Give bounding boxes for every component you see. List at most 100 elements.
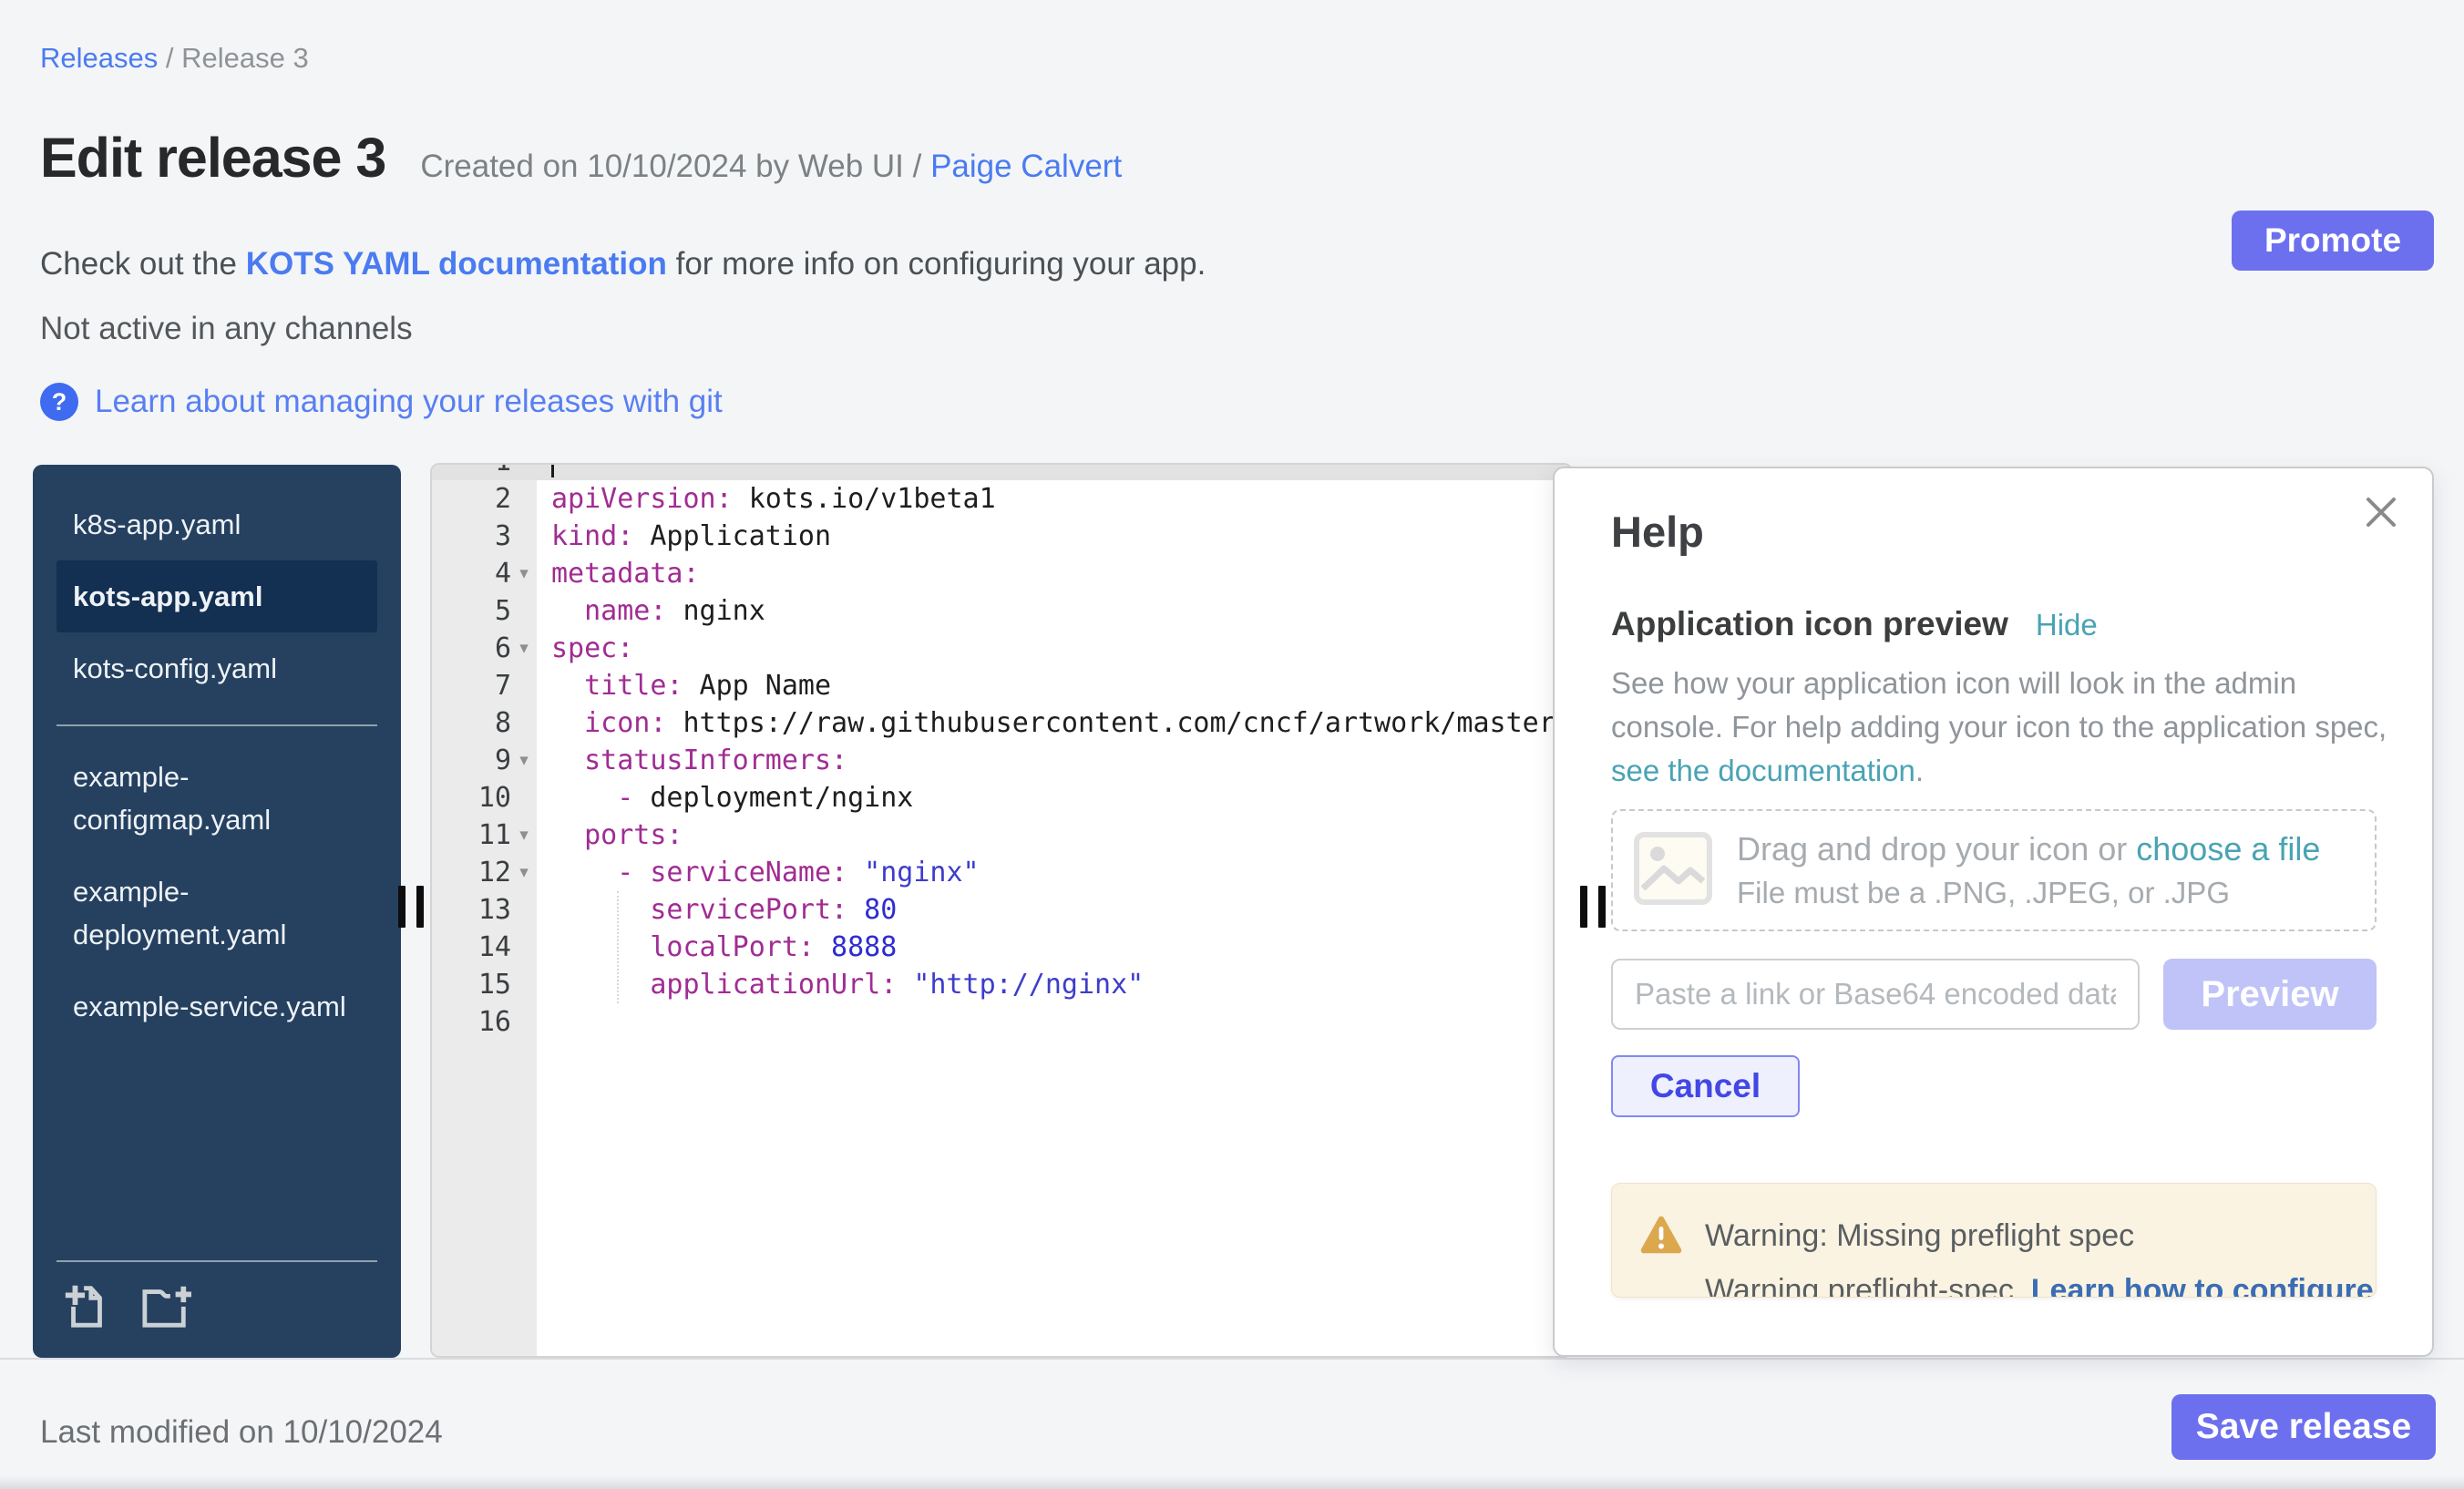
- code-line-14[interactable]: 14 localPort: 8888: [432, 929, 1571, 966]
- close-icon[interactable]: [2361, 492, 2401, 532]
- token-plain: Application: [633, 520, 831, 552]
- line-number-value: 8: [432, 704, 511, 742]
- code-line-15[interactable]: 15 applicationUrl: "http://nginx": [432, 966, 1571, 1003]
- add-folder-icon[interactable]: [137, 1280, 195, 1334]
- add-file-icon[interactable]: [62, 1280, 111, 1334]
- icon-dropzone[interactable]: Drag and drop your icon or choose a file…: [1611, 809, 2377, 931]
- line-number: 11▾: [432, 816, 537, 854]
- save-release-button[interactable]: Save release: [2171, 1394, 2436, 1460]
- window-bottom-edge: [0, 1476, 2464, 1489]
- icon-url-input[interactable]: [1611, 959, 2140, 1030]
- preview-button[interactable]: Preview: [2163, 959, 2377, 1030]
- fold-arrow-icon[interactable]: ▾: [511, 854, 537, 891]
- code-line-2[interactable]: 2apiVersion: kots.io/v1beta1: [432, 480, 1571, 518]
- warning-detail: Warning preflight-spec. Learn how to con…: [1705, 1273, 2374, 1298]
- footer-divider: [0, 1358, 2464, 1360]
- code-line-1[interactable]: 1---: [432, 463, 1571, 480]
- token-plain: https://raw.githubusercontent.com/cncf/a…: [666, 707, 1571, 739]
- file-item-example-configmap.yaml[interactable]: example-configmap.yaml: [56, 741, 377, 856]
- choose-file-link[interactable]: choose a file: [2136, 830, 2320, 868]
- file-item-example-service.yaml[interactable]: example-service.yaml: [56, 970, 377, 1042]
- icon-url-row: Preview: [1611, 959, 2377, 1030]
- fold-arrow-icon[interactable]: ▾: [511, 816, 537, 854]
- learn-how-to-configure-link[interactable]: Learn how to configure: [2031, 1273, 2374, 1298]
- title-row: Edit release 3 Created on 10/10/2024 by …: [40, 126, 1122, 190]
- code-line-8[interactable]: 8 icon: https://raw.githubusercontent.co…: [432, 704, 1571, 742]
- code-text: localPort: 8888: [537, 929, 1571, 966]
- token-plain: [551, 894, 650, 926]
- line-number-value: 12: [432, 854, 511, 891]
- code-text: applicationUrl: "http://nginx": [537, 966, 1571, 1003]
- help-panel: Help Application icon preview Hide See h…: [1553, 467, 2434, 1357]
- line-number: 13: [432, 891, 537, 929]
- code-line-6[interactable]: 6▾spec:: [432, 630, 1571, 667]
- preflight-warning-box: Warning: Missing preflight spec Warning …: [1611, 1183, 2377, 1298]
- fold-arrow-empty: [511, 779, 537, 816]
- token-plain: kots.io/v1beta1: [733, 483, 996, 515]
- line-number-value: 11: [432, 816, 511, 854]
- token-key: name:: [584, 595, 666, 627]
- token-key: localPort:: [650, 931, 815, 963]
- file-group-divider: [56, 724, 377, 726]
- token-plain: [551, 670, 584, 702]
- file-item-example-deployment.yaml[interactable]: example-deployment.yaml: [56, 856, 377, 970]
- help-resize-handle-bar[interactable]: [1580, 886, 1587, 928]
- file-item-k8s-app.yaml[interactable]: k8s-app.yaml: [56, 488, 377, 560]
- token-number: 80: [847, 894, 897, 926]
- code-text: [537, 1003, 1571, 1041]
- help-resize-handle-bar[interactable]: [1598, 886, 1606, 928]
- see-documentation-link[interactable]: see the documentation: [1611, 754, 1915, 787]
- fold-arrow-empty: [511, 1003, 537, 1041]
- token-key: apiVersion:: [551, 483, 733, 515]
- line-number: 6▾: [432, 630, 537, 667]
- last-modified-text: Last modified on 10/10/2024: [40, 1414, 443, 1451]
- hide-link[interactable]: Hide: [2036, 608, 2098, 642]
- code-text: apiVersion: kots.io/v1beta1: [537, 480, 1571, 518]
- line-number-value: 6: [432, 630, 511, 667]
- warning-title: Warning: Missing preflight spec: [1705, 1218, 2134, 1254]
- code-line-10[interactable]: 10 - deployment/nginx: [432, 779, 1571, 816]
- kots-yaml-docs-link[interactable]: KOTS YAML documentation: [246, 246, 667, 282]
- line-number-value: 5: [432, 592, 511, 630]
- question-icon: ?: [40, 383, 78, 421]
- fold-arrow-empty: [511, 463, 537, 480]
- token-key: -: [617, 782, 650, 814]
- promote-button[interactable]: Promote: [2232, 211, 2434, 271]
- cancel-button[interactable]: Cancel: [1611, 1055, 1800, 1117]
- code-line-5[interactable]: 5 name: nginx: [432, 592, 1571, 630]
- code-line-13[interactable]: 13 servicePort: 80: [432, 891, 1571, 929]
- code-line-3[interactable]: 3kind: Application: [432, 518, 1571, 555]
- token-key: statusInformers:: [584, 744, 847, 776]
- line-number-value: 7: [432, 667, 511, 704]
- code-text: kind: Application: [537, 518, 1571, 555]
- code-text: servicePort: 80: [537, 891, 1571, 929]
- yaml-code-editor[interactable]: 1---2apiVersion: kots.io/v1beta13kind: A…: [430, 463, 1573, 1358]
- token-key: icon:: [584, 707, 666, 739]
- line-number-value: 16: [432, 1003, 511, 1041]
- channel-status: Not active in any channels: [40, 311, 413, 347]
- fold-arrow-icon[interactable]: ▾: [511, 630, 537, 667]
- breadcrumb-releases-link[interactable]: Releases: [40, 42, 158, 74]
- code-line-16[interactable]: 16: [432, 1003, 1571, 1041]
- fold-arrow-icon[interactable]: ▾: [511, 555, 537, 592]
- code-line-7[interactable]: 7 title: App Name: [432, 667, 1571, 704]
- file-item-kots-app.yaml[interactable]: kots-app.yaml: [56, 560, 377, 632]
- code-line-11[interactable]: 11▾ ports:: [432, 816, 1571, 854]
- created-by-link[interactable]: Paige Calvert: [930, 149, 1122, 184]
- line-number-value: 15: [432, 966, 511, 1003]
- code-line-9[interactable]: 9▾ statusInformers:: [432, 742, 1571, 779]
- line-number: 12▾: [432, 854, 537, 891]
- dropzone-label: Drag and drop your icon or: [1737, 830, 2136, 868]
- sidebar-resize-handle-bar[interactable]: [398, 886, 406, 928]
- fold-arrow-icon[interactable]: ▾: [511, 742, 537, 779]
- git-help-link[interactable]: Learn about managing your releases with …: [95, 384, 723, 420]
- line-number: 9▾: [432, 742, 537, 779]
- file-item-kots-config.yaml[interactable]: kots-config.yaml: [56, 632, 377, 704]
- line-number-value: 10: [432, 779, 511, 816]
- code-line-4[interactable]: 4▾metadata:: [432, 555, 1571, 592]
- code-line-12[interactable]: 12▾ - serviceName: "nginx": [432, 854, 1571, 891]
- code-text: spec:: [537, 630, 1571, 667]
- line-number-value: 9: [432, 742, 511, 779]
- token-plain: [551, 969, 650, 1001]
- sidebar-resize-handle-bar[interactable]: [416, 886, 424, 928]
